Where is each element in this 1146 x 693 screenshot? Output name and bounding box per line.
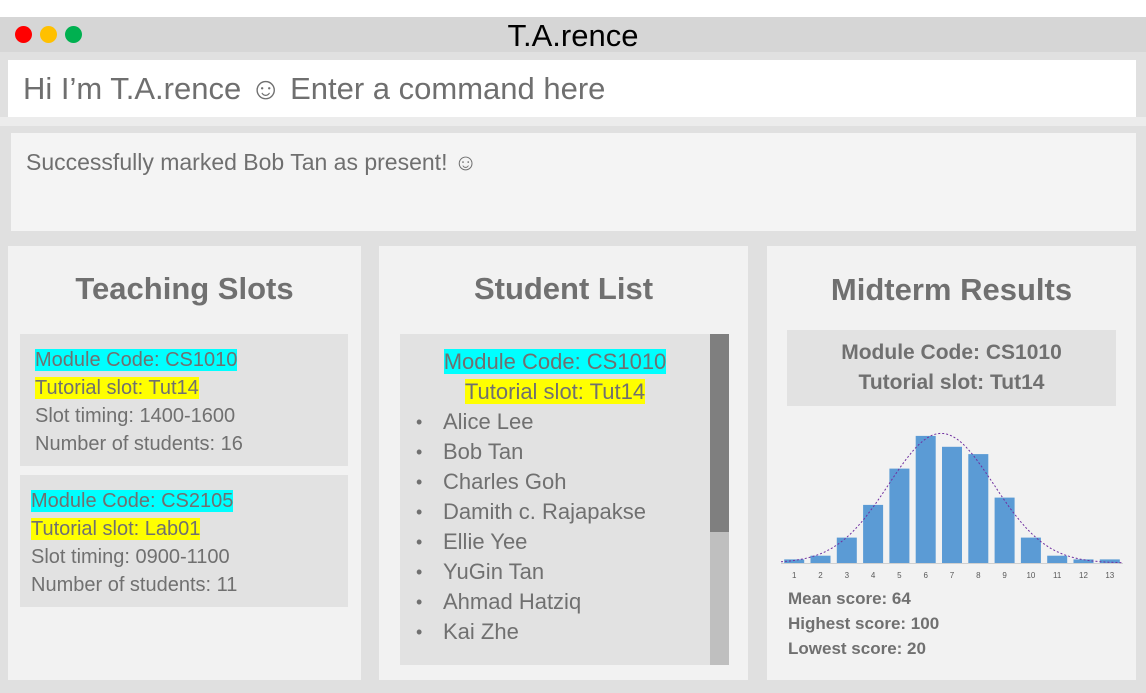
histogram-bar: [1020, 537, 1041, 563]
slot-student-count: Number of students: 11: [31, 574, 238, 596]
histogram-bar: [942, 446, 962, 563]
top-margin: [0, 0, 1146, 17]
x-tick-label: 2: [818, 571, 823, 580]
x-tick-label: 4: [871, 571, 876, 580]
student-list: Alice Lee Bob Tan Charles Goh Damith c. …: [416, 407, 729, 647]
student-list-tutorial: Tutorial slot: Tut14: [464, 379, 646, 404]
student-item[interactable]: Charles Goh: [416, 467, 729, 497]
midterm-results-title: Midterm Results: [830, 272, 1073, 307]
histogram-bar: [889, 468, 910, 563]
student-item[interactable]: Damith c. Rajapakse: [416, 497, 729, 527]
command-input[interactable]: [8, 60, 1136, 117]
highest-score: Highest score: 100: [788, 614, 940, 633]
histogram-bar: [863, 504, 884, 563]
histogram-bar: [1047, 555, 1068, 563]
histogram-bar: [1073, 559, 1094, 563]
x-tick-label: 9: [1002, 571, 1007, 580]
x-tick-label: 5: [897, 571, 902, 580]
student-item[interactable]: Ahmad Hatziq: [416, 587, 729, 617]
slot-module-code: Module Code: CS1010: [35, 349, 238, 371]
mean-score: Mean score: 64: [788, 589, 911, 608]
histogram-bar: [968, 454, 989, 563]
slot-tutorial: Tutorial slot: Tut14: [35, 377, 199, 399]
results-tutorial: Tutorial slot: Tut14: [858, 371, 1045, 394]
histogram-bar: [836, 537, 857, 563]
student-item[interactable]: Kai Zhe: [416, 617, 729, 647]
student-list-panel: Student List Module Code: CS1010 Tutoria…: [379, 246, 748, 680]
midterm-results-panel: Midterm Results Module Code: CS1010 Tuto…: [767, 246, 1136, 680]
student-item[interactable]: Bob Tan: [416, 437, 729, 467]
results-module-code: Module Code: CS1010: [841, 341, 1062, 364]
slot-card[interactable]: Module Code: CS2105 Tutorial slot: Lab01…: [20, 475, 348, 607]
result-message: Successfully marked Bob Tan as present! …: [26, 149, 478, 175]
scrollbar-thumb[interactable]: [710, 334, 729, 532]
x-tick-label: 1: [792, 571, 797, 580]
histogram-bar: [810, 555, 831, 563]
slot-module-code: Module Code: CS2105: [31, 490, 234, 512]
student-item[interactable]: Ellie Yee: [416, 527, 729, 557]
x-tick-label: 7: [950, 571, 955, 580]
title-bar: T.A.rence: [0, 17, 1146, 53]
score-stats: Mean score: 64 Highest score: 100 Lowest…: [788, 586, 939, 661]
app-window: T.A.rence Successfully marked Bob Tan as…: [0, 0, 1146, 693]
histogram-bar: [784, 559, 805, 563]
student-list-module-code: Module Code: CS1010: [443, 349, 667, 374]
histogram-bar: [915, 435, 936, 563]
x-tick-label: 10: [1026, 571, 1035, 580]
lowest-score: Lowest score: 20: [788, 639, 926, 658]
score-distribution-chart: 1 2 3 4 5 6 7 8 9 10 11 12 13: [780, 432, 1124, 580]
histogram-bar: [994, 497, 1015, 563]
slot-timing: Slot timing: 0900-1100: [31, 546, 230, 568]
results-header: Module Code: CS1010 Tutorial slot: Tut14: [787, 330, 1116, 406]
teaching-slots-panel: Teaching Slots Module Code: CS1010 Tutor…: [8, 246, 361, 680]
result-display: Successfully marked Bob Tan as present! …: [11, 133, 1136, 231]
slot-tutorial: Tutorial slot: Lab01: [31, 518, 201, 540]
slot-card[interactable]: Module Code: CS1010 Tutorial slot: Tut14…: [20, 334, 348, 466]
slot-timing: Slot timing: 1400-1600: [35, 405, 236, 427]
student-list-box[interactable]: Module Code: CS1010 Tutorial slot: Tut14…: [400, 334, 729, 665]
divider: [0, 117, 1146, 126]
student-item[interactable]: Alice Lee: [416, 407, 729, 437]
teaching-slots-title: Teaching Slots: [75, 271, 294, 306]
x-tick-label: 12: [1079, 571, 1088, 580]
x-tick-label: 13: [1105, 571, 1114, 580]
x-tick-label: 6: [923, 571, 928, 580]
student-item[interactable]: YuGin Tan: [416, 557, 729, 587]
x-tick-label: 8: [976, 571, 981, 580]
slot-student-count: Number of students: 16: [35, 433, 243, 455]
window-title: T.A.rence: [507, 18, 639, 53]
x-tick-label: 11: [1053, 571, 1062, 580]
x-tick-label: 3: [845, 571, 850, 580]
student-list-title: Student List: [473, 271, 654, 306]
